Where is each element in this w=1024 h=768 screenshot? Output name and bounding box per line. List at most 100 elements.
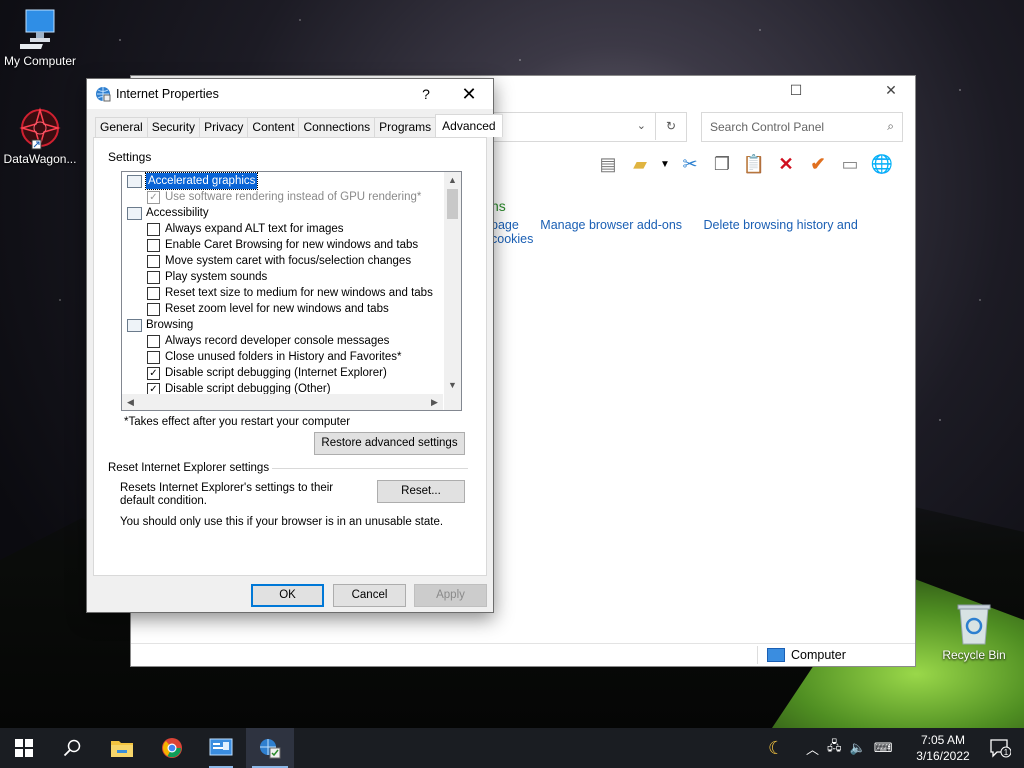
- checkbox[interactable]: [147, 351, 160, 364]
- desktop-icon-my-computer[interactable]: My Computer: [0, 8, 80, 68]
- settings-option[interactable]: Close unused folders in History and Favo…: [122, 349, 442, 365]
- copy-icon[interactable]: ❐: [710, 152, 734, 176]
- scroll-thumb[interactable]: [447, 189, 458, 219]
- search-input[interactable]: Search Control Panel ⌕: [701, 112, 903, 142]
- close-button[interactable]: ✕: [451, 82, 487, 106]
- search-button[interactable]: [48, 728, 96, 768]
- chevron-down-icon[interactable]: ⌄: [637, 119, 646, 132]
- settings-option[interactable]: ✓ Disable script debugging (Internet Expl…: [122, 365, 442, 381]
- checkbox[interactable]: [147, 223, 160, 236]
- desktop-icon-recycle-bin[interactable]: Recycle Bin: [934, 602, 1014, 662]
- control-panel-icon: [209, 738, 233, 756]
- internet-options-icon: [260, 739, 281, 759]
- settings-category[interactable]: Accelerated graphics: [122, 172, 442, 190]
- settings-option[interactable]: Move system caret with focus/selection c…: [122, 253, 442, 269]
- status-text: Computer: [791, 648, 846, 662]
- dropdown-arrow-icon[interactable]: ▼: [660, 152, 670, 176]
- dialog-titlebar[interactable]: Internet Properties ? ✕: [87, 79, 493, 109]
- settings-option[interactable]: Always record developer console messages: [122, 333, 442, 349]
- settings-tree[interactable]: Accelerated graphics ✓ Use software render…: [121, 171, 462, 411]
- dialog-title: Internet Properties: [116, 87, 219, 101]
- settings-label: Settings: [108, 150, 152, 164]
- internet-properties-button[interactable]: [246, 728, 294, 768]
- action-center-button[interactable]: 1: [976, 728, 1024, 768]
- layout-icon[interactable]: ▤: [596, 152, 620, 176]
- folder-options-icon[interactable]: ▰: [628, 152, 652, 176]
- option-label: Disable script debugging (Internet Explo…: [165, 367, 387, 379]
- settings-option[interactable]: Play system sounds: [122, 269, 442, 285]
- tab-content[interactable]: Content: [247, 117, 300, 137]
- file-explorer-button[interactable]: [98, 728, 146, 768]
- keyboard-icon[interactable]: ⌨: [874, 740, 893, 756]
- checkbox[interactable]: [147, 255, 160, 268]
- notification-count: 1: [1004, 748, 1009, 757]
- apply-button[interactable]: Apply: [414, 584, 487, 607]
- horizontal-scrollbar[interactable]: ◀ ▶: [122, 394, 443, 410]
- scroll-up-icon[interactable]: ▲: [444, 172, 461, 189]
- properties-icon[interactable]: ▭: [838, 152, 862, 176]
- settings-category[interactable]: Browsing: [122, 317, 442, 333]
- scroll-down-icon[interactable]: ▼: [444, 377, 461, 394]
- search-icon: ⌕: [887, 119, 894, 133]
- restore-advanced-settings-button[interactable]: Restore advanced settings: [314, 432, 465, 455]
- settings-option[interactable]: ✓ Disable script debugging (Other): [122, 381, 442, 394]
- delete-icon[interactable]: ✕: [774, 152, 798, 176]
- tab-connections[interactable]: Connections: [298, 117, 376, 137]
- link-manage-addons[interactable]: Manage browser add-ons: [540, 218, 682, 232]
- tab-general[interactable]: General: [95, 117, 148, 137]
- tab-advanced[interactable]: Advanced: [435, 114, 503, 137]
- checkbox[interactable]: [147, 303, 160, 316]
- paste-icon[interactable]: 📋: [742, 152, 766, 176]
- option-label: Enable Caret Browsing for new windows an…: [165, 239, 419, 251]
- scroll-left-icon[interactable]: ◀: [122, 394, 139, 410]
- check-icon[interactable]: ✔: [806, 152, 830, 176]
- clock[interactable]: 7:05 AM 3/16/2022: [906, 732, 980, 764]
- checkbox[interactable]: [147, 239, 160, 252]
- refresh-button[interactable]: ↻: [655, 112, 686, 140]
- help-button[interactable]: ?: [413, 83, 439, 105]
- checkbox[interactable]: [147, 287, 160, 300]
- tab-programs[interactable]: Programs: [374, 117, 437, 137]
- cut-icon[interactable]: ✂: [678, 152, 702, 176]
- cancel-button[interactable]: Cancel: [333, 584, 406, 607]
- globe-icon[interactable]: 🌐: [870, 152, 894, 176]
- reset-group-title: Reset Internet Explorer settings: [108, 462, 270, 474]
- settings-option[interactable]: Reset text size to medium for new window…: [122, 285, 442, 301]
- notification-icon: 1: [990, 739, 1011, 758]
- status-separator: [757, 646, 758, 664]
- start-button[interactable]: [0, 728, 48, 768]
- settings-option[interactable]: Enable Caret Browsing for new windows an…: [122, 237, 442, 253]
- link-home-page[interactable]: page: [491, 218, 519, 232]
- settings-option[interactable]: Reset zoom level for new windows and tab…: [122, 301, 442, 317]
- tab-security[interactable]: Security: [146, 117, 201, 137]
- checkbox-checked[interactable]: ✓: [147, 383, 160, 394]
- volume-icon[interactable]: 🔈: [850, 740, 866, 756]
- close-icon[interactable]: ✕: [868, 76, 914, 104]
- settings-option[interactable]: ✓ Use software rendering instead of GPU r…: [122, 189, 442, 205]
- control-panel-button[interactable]: [197, 728, 245, 768]
- checkbox[interactable]: [147, 335, 160, 348]
- scroll-corner: [444, 394, 461, 410]
- scroll-right-icon[interactable]: ▶: [426, 394, 443, 410]
- settings-category[interactable]: Accessibility: [122, 205, 442, 221]
- maximize-icon[interactable]: ☐: [773, 76, 819, 104]
- vertical-scrollbar[interactable]: ▲ ▼: [444, 172, 461, 394]
- restart-note: *Takes effect after you restart your com…: [124, 416, 351, 428]
- night-mode-icon[interactable]: ☾: [768, 728, 784, 768]
- desktop-icon-datawagon[interactable]: DataWagon...: [0, 106, 80, 166]
- option-label: Use software rendering instead of GPU re…: [165, 191, 422, 203]
- reset-button[interactable]: Reset...: [377, 480, 465, 503]
- ok-button[interactable]: OK: [251, 584, 324, 607]
- advanced-panel: Settings Accelerated graphics ✓ Use softwa…: [93, 137, 487, 576]
- option-label: Reset zoom level for new windows and tab…: [165, 303, 389, 315]
- checkbox-checked[interactable]: ✓: [147, 191, 160, 204]
- desktop-icon-label: My Computer: [3, 54, 77, 68]
- chrome-button[interactable]: [148, 728, 196, 768]
- computer-icon: [20, 9, 55, 49]
- checkbox-checked[interactable]: ✓: [147, 367, 160, 380]
- tab-privacy[interactable]: Privacy: [199, 117, 249, 137]
- show-hidden-icons-icon[interactable]: ︿: [806, 739, 819, 758]
- checkbox[interactable]: [147, 271, 160, 284]
- network-icon[interactable]: 🖧: [827, 737, 842, 759]
- settings-option[interactable]: Always expand ALT text for images: [122, 221, 442, 237]
